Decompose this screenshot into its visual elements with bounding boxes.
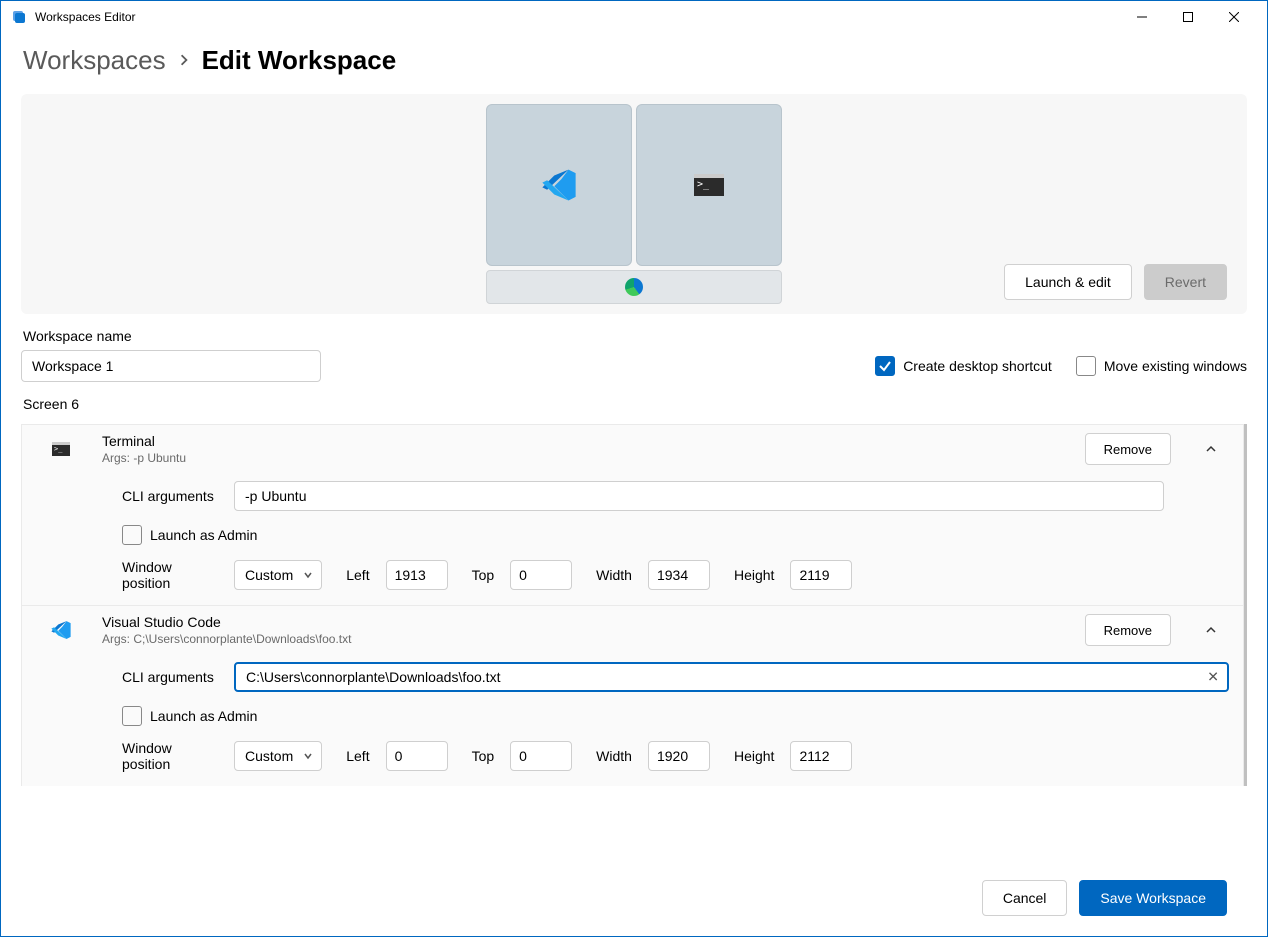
- top-input[interactable]: [510, 560, 572, 590]
- chevron-down-icon: [303, 567, 313, 583]
- screen-header: Screen 6: [23, 396, 1247, 412]
- cli-input[interactable]: [234, 481, 1164, 511]
- preview-tile-terminal[interactable]: [636, 104, 782, 266]
- checkbox-unchecked-icon: [122, 525, 142, 545]
- left-label: Left: [346, 567, 369, 583]
- app-list: Terminal Args: -p Ubuntu Remove CLI argu…: [21, 424, 1247, 786]
- checkbox-checked-icon: [875, 356, 895, 376]
- preview-tile-edge[interactable]: [486, 270, 782, 304]
- breadcrumb-root[interactable]: Workspaces: [23, 45, 166, 76]
- winpos-label: Window position: [122, 740, 222, 772]
- terminal-icon: [52, 442, 70, 456]
- window-title: Workspaces Editor: [35, 10, 1119, 24]
- left-input[interactable]: [386, 741, 448, 771]
- launch-admin-label: Launch as Admin: [150, 527, 257, 543]
- revert-button[interactable]: Revert: [1144, 264, 1227, 300]
- cli-input[interactable]: [234, 662, 1229, 692]
- layout-preview-panel: Launch & edit Revert: [21, 94, 1247, 314]
- app-subtitle: Args: C;\Users\connorplante\Downloads\fo…: [102, 632, 1069, 646]
- chevron-down-icon: [303, 748, 313, 764]
- workspace-name-input[interactable]: [21, 350, 321, 382]
- remove-button[interactable]: Remove: [1085, 433, 1171, 465]
- app-subtitle: Args: -p Ubuntu: [102, 451, 1069, 465]
- checkbox-unchecked-icon: [1076, 356, 1096, 376]
- app-card-vscode: Visual Studio Code Args: C;\Users\connor…: [21, 606, 1244, 786]
- workspace-name-label: Workspace name: [23, 328, 1247, 344]
- cli-label: CLI arguments: [122, 488, 222, 504]
- chevron-right-icon: [178, 50, 190, 71]
- breadcrumb: Workspaces Edit Workspace: [23, 45, 1247, 76]
- app-card-terminal: Terminal Args: -p Ubuntu Remove CLI argu…: [21, 424, 1244, 606]
- close-button[interactable]: [1211, 1, 1257, 33]
- launch-admin-label: Launch as Admin: [150, 708, 257, 724]
- width-input[interactable]: [648, 741, 710, 771]
- position-mode-select[interactable]: Custom: [234, 560, 322, 590]
- width-label: Width: [596, 567, 632, 583]
- vscode-icon: [50, 619, 72, 641]
- height-input[interactable]: [790, 741, 852, 771]
- footer-actions: Cancel Save Workspace: [982, 880, 1227, 916]
- save-workspace-button[interactable]: Save Workspace: [1079, 880, 1227, 916]
- vscode-icon: [540, 166, 578, 204]
- height-input[interactable]: [790, 560, 852, 590]
- app-name: Terminal: [102, 433, 1069, 449]
- collapse-toggle[interactable]: [1193, 614, 1229, 646]
- cancel-button[interactable]: Cancel: [982, 880, 1068, 916]
- height-label: Height: [734, 748, 774, 764]
- maximize-button[interactable]: [1165, 1, 1211, 33]
- position-mode-select[interactable]: Custom: [234, 741, 322, 771]
- left-label: Left: [346, 748, 369, 764]
- move-windows-label: Move existing windows: [1104, 358, 1247, 374]
- collapse-toggle[interactable]: [1193, 433, 1229, 465]
- edge-icon: [625, 278, 643, 296]
- titlebar: Workspaces Editor: [1, 1, 1267, 33]
- width-input[interactable]: [648, 560, 710, 590]
- create-shortcut-label: Create desktop shortcut: [903, 358, 1052, 374]
- remove-button[interactable]: Remove: [1085, 614, 1171, 646]
- app-name: Visual Studio Code: [102, 614, 1069, 630]
- terminal-icon: [694, 174, 724, 196]
- preview-tile-vscode[interactable]: [486, 104, 632, 266]
- create-shortcut-checkbox[interactable]: Create desktop shortcut: [875, 356, 1052, 376]
- breadcrumb-current: Edit Workspace: [202, 45, 397, 76]
- top-label: Top: [472, 748, 495, 764]
- minimize-button[interactable]: [1119, 1, 1165, 33]
- top-label: Top: [472, 567, 495, 583]
- checkbox-unchecked-icon: [122, 706, 142, 726]
- app-icon: [11, 9, 27, 25]
- launch-admin-checkbox[interactable]: Launch as Admin: [122, 706, 257, 726]
- move-windows-checkbox[interactable]: Move existing windows: [1076, 356, 1247, 376]
- chevron-up-icon: [1205, 443, 1217, 455]
- height-label: Height: [734, 567, 774, 583]
- cli-label: CLI arguments: [122, 669, 222, 685]
- launch-edit-button[interactable]: Launch & edit: [1004, 264, 1132, 300]
- winpos-label: Window position: [122, 559, 222, 591]
- launch-admin-checkbox[interactable]: Launch as Admin: [122, 525, 257, 545]
- clear-input-button[interactable]: ✕: [1207, 669, 1219, 686]
- chevron-up-icon: [1205, 624, 1217, 636]
- left-input[interactable]: [386, 560, 448, 590]
- width-label: Width: [596, 748, 632, 764]
- top-input[interactable]: [510, 741, 572, 771]
